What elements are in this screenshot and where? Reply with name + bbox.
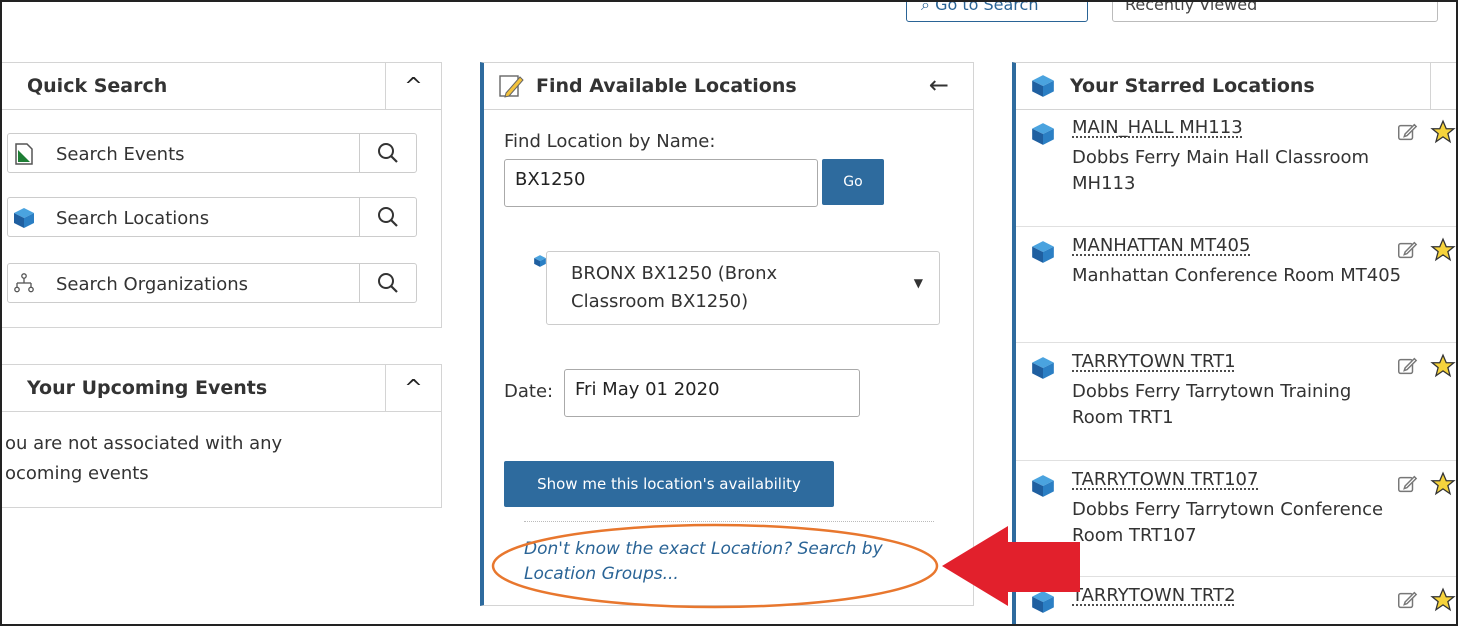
screenshot-frame: ⌕ Go to Search Recently Viewed Quick Sea… [0, 0, 1458, 626]
red-arrow-icon [942, 526, 1080, 606]
highlight-ellipse [491, 523, 939, 609]
annotation-overlay [491, 523, 1080, 609]
